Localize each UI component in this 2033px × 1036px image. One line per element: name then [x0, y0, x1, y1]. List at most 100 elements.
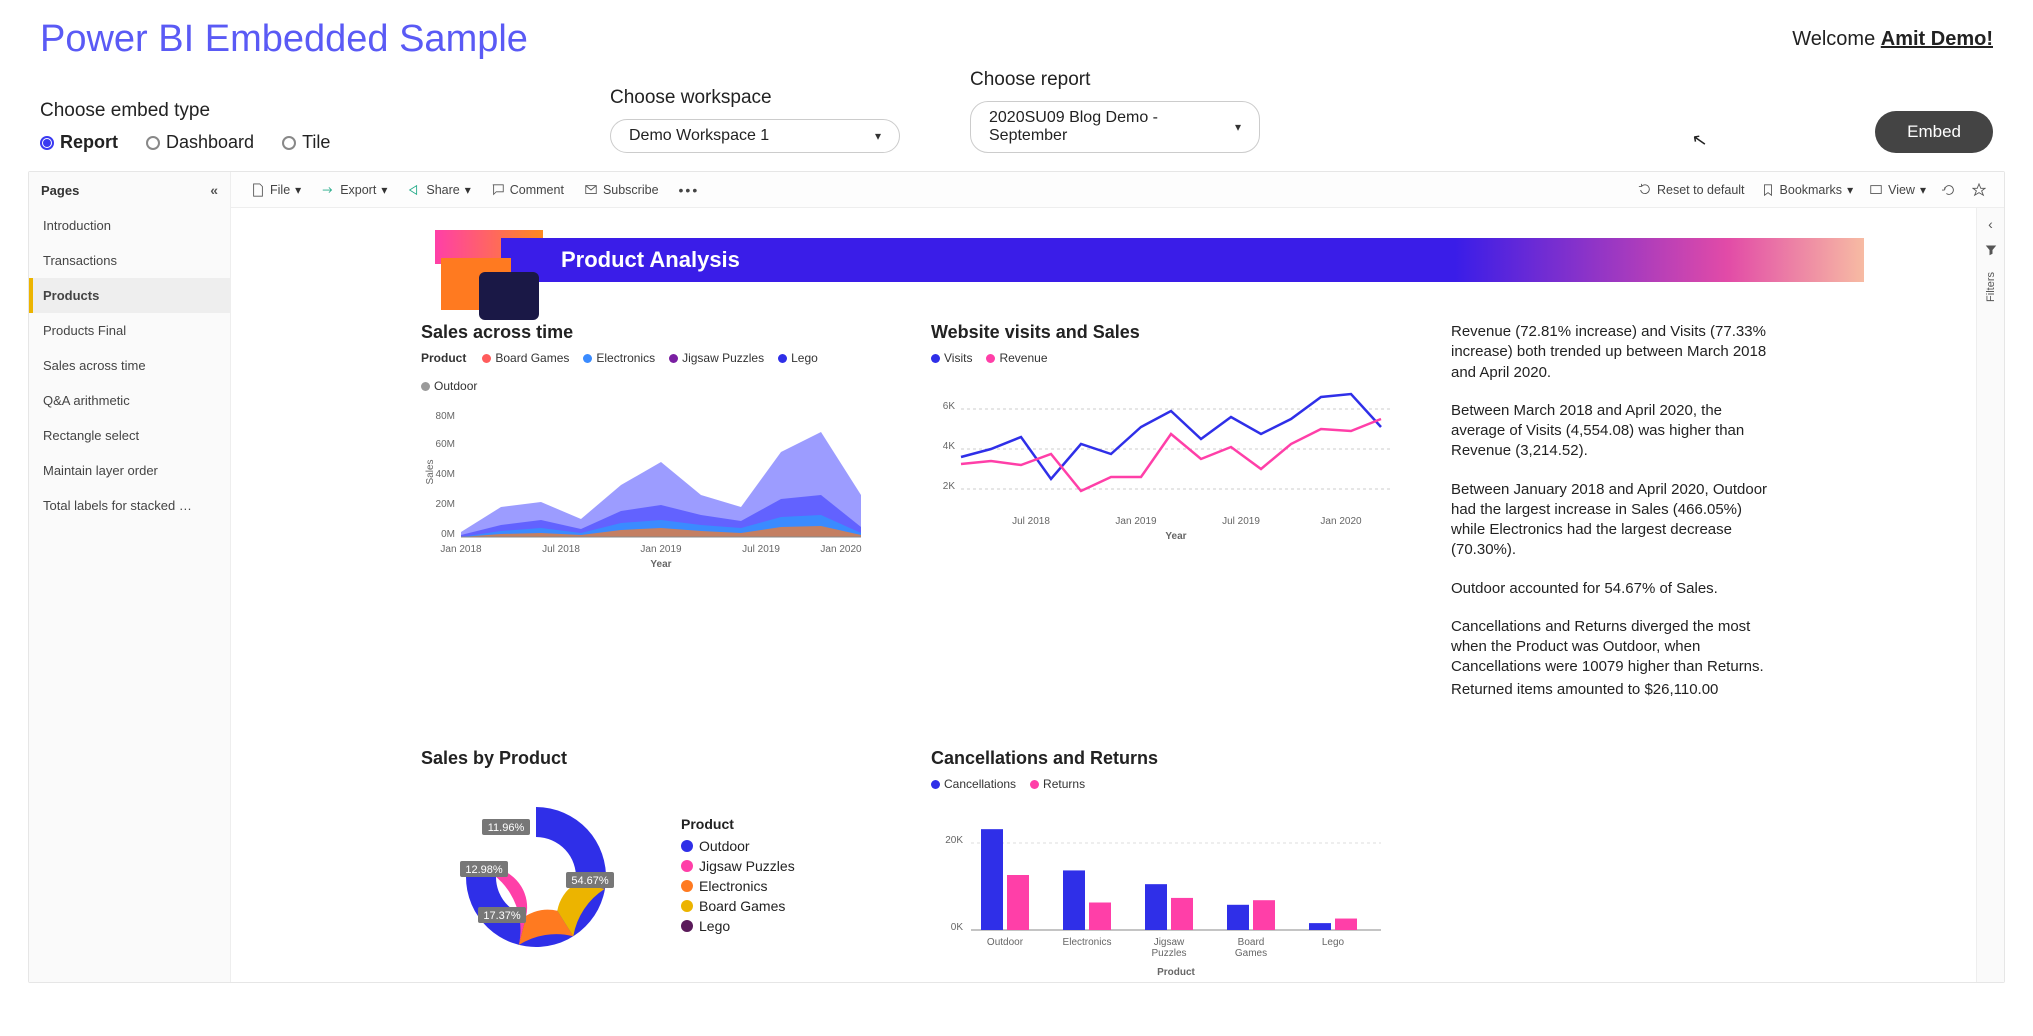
svg-text:2K: 2K: [943, 481, 956, 492]
chevron-down-icon: ▾: [875, 129, 881, 143]
toolbar-comment[interactable]: Comment: [481, 183, 574, 197]
toolbar-reset[interactable]: Reset to default: [1630, 183, 1753, 197]
comment-icon: [491, 183, 505, 197]
page-item-maintain-layer[interactable]: Maintain layer order: [29, 453, 230, 488]
visual-title: Website visits and Sales: [931, 322, 1401, 343]
file-icon: [251, 183, 265, 197]
svg-text:Jan 2019: Jan 2019: [1115, 516, 1157, 527]
page-item-products-final[interactable]: Products Final: [29, 313, 230, 348]
svg-text:Jul 2018: Jul 2018: [1012, 516, 1050, 527]
collapse-pane-icon[interactable]: «: [210, 182, 218, 198]
pages-header: Pages: [41, 183, 79, 198]
report-title-banner: Product Analysis: [421, 230, 1864, 300]
svg-text:60M: 60M: [436, 439, 455, 450]
bookmark-icon: [1761, 183, 1775, 197]
welcome-text: Welcome Amit Demo!: [1792, 28, 1993, 51]
donut-chart: 54.67% 17.37% 12.98% 11.96%: [421, 777, 651, 977]
page-item-total-labels[interactable]: Total labels for stacked …: [29, 488, 230, 523]
page-item-qna[interactable]: Q&A arithmetic: [29, 383, 230, 418]
svg-text:80M: 80M: [436, 411, 455, 422]
svg-text:4K: 4K: [943, 441, 956, 452]
radio-tile[interactable]: Tile: [282, 132, 330, 153]
visual-sales-by-product[interactable]: Sales by Product: [421, 748, 881, 982]
page-item-sales-across-time[interactable]: Sales across time: [29, 348, 230, 383]
visual-sales-across-time[interactable]: Sales across time Product Board Games El…: [421, 322, 881, 718]
visual-title: Cancellations and Returns: [931, 748, 1401, 769]
svg-text:Jan 2020: Jan 2020: [820, 544, 862, 555]
bar-chart: 0K 20K OutdoorElectronicsJigsawPuzzlesBo…: [931, 795, 1401, 982]
svg-text:Jan 2019: Jan 2019: [640, 544, 682, 555]
svg-text:54.67%: 54.67%: [571, 875, 609, 887]
app-title: Power BI Embedded Sample: [40, 18, 528, 61]
page-item-transactions[interactable]: Transactions: [29, 243, 230, 278]
donut-legend: Product Outdoor Jigsaw Puzzles Electroni…: [681, 816, 795, 938]
workspace-value: Demo Workspace 1: [629, 127, 769, 145]
mail-icon: [584, 183, 598, 197]
radio-report-label: Report: [60, 132, 118, 153]
svg-text:11.96%: 11.96%: [488, 822, 525, 834]
toolbar-more[interactable]: •••: [669, 182, 710, 198]
toolbar-bookmarks[interactable]: Bookmarks▾: [1753, 183, 1862, 197]
radio-dashboard-label: Dashboard: [166, 132, 254, 153]
svg-text:Year: Year: [1165, 531, 1186, 542]
report-toolbar: File▾ Export▾ Share▾ Comment Subscribe •…: [231, 172, 2004, 208]
radio-tile-label: Tile: [302, 132, 330, 153]
toolbar-export[interactable]: Export▾: [311, 183, 397, 197]
funnel-icon: [1985, 244, 1997, 256]
share-icon: [407, 183, 421, 197]
toolbar-refresh[interactable]: [1934, 183, 1964, 197]
visual-legend: Visits Revenue: [931, 351, 1401, 365]
report-value: 2020SU09 Blog Demo - September: [989, 109, 1235, 145]
embed-button[interactable]: Embed: [1875, 111, 1993, 153]
visual-legend: Cancellations Returns: [931, 777, 1401, 791]
insights-narrative: Revenue (72.81% increase) and Visits (77…: [1451, 322, 1771, 718]
toolbar-favorite[interactable]: [1964, 183, 1994, 197]
svg-text:20K: 20K: [945, 835, 963, 846]
report-title: Product Analysis: [561, 247, 740, 273]
reset-icon: [1638, 183, 1652, 197]
svg-text:Year: Year: [650, 559, 671, 570]
svg-text:Jul 2019: Jul 2019: [742, 544, 780, 555]
svg-text:0K: 0K: [951, 922, 964, 933]
svg-text:Jan 2018: Jan 2018: [440, 544, 482, 555]
welcome-user-link[interactable]: Amit Demo!: [1881, 28, 1993, 50]
visual-visits-sales[interactable]: Website visits and Sales Visits Revenue …: [931, 322, 1401, 718]
radio-dashboard[interactable]: Dashboard: [146, 132, 254, 153]
line-chart: 2K 4K 6K Jul 2018 Jan 2019 Jul 2019 Jan …: [931, 369, 1401, 549]
report-select[interactable]: 2020SU09 Blog Demo - September ▾: [970, 101, 1260, 153]
visual-cancel-returns[interactable]: Cancellations and Returns Cancellations …: [931, 748, 1401, 982]
svg-text:Jul 2019: Jul 2019: [1222, 516, 1260, 527]
visual-legend: Product Board Games Electronics Jigsaw P…: [421, 351, 881, 393]
filters-pane-collapsed[interactable]: ‹ Filters: [1976, 208, 2004, 982]
visual-title: Sales across time: [421, 322, 881, 343]
toolbar-subscribe[interactable]: Subscribe: [574, 183, 669, 197]
svg-text:Electronics: Electronics: [1063, 937, 1112, 948]
chevron-left-icon[interactable]: ‹: [1988, 216, 1993, 232]
page-item-introduction[interactable]: Introduction: [29, 208, 230, 243]
toolbar-file[interactable]: File▾: [241, 183, 311, 197]
export-icon: [321, 183, 335, 197]
filters-label: Filters: [1985, 272, 1997, 302]
refresh-icon: [1942, 183, 1956, 197]
page-item-rectangle-select[interactable]: Rectangle select: [29, 418, 230, 453]
workspace-select[interactable]: Demo Workspace 1 ▾: [610, 119, 900, 153]
toolbar-view[interactable]: View▾: [1861, 183, 1934, 197]
svg-text:6K: 6K: [943, 401, 956, 412]
svg-text:BoardGames: BoardGames: [1235, 937, 1267, 959]
area-chart: 0M 20M 40M 60M 80M Sales: [421, 397, 881, 577]
embed-type-label: Choose embed type: [40, 100, 610, 122]
svg-text:Sales: Sales: [425, 459, 436, 484]
page-item-products[interactable]: Products: [29, 278, 230, 313]
svg-text:JigsawPuzzles: JigsawPuzzles: [1151, 937, 1186, 959]
toolbar-share[interactable]: Share▾: [397, 183, 480, 197]
svg-text:17.37%: 17.37%: [483, 910, 521, 922]
svg-text:40M: 40M: [436, 469, 455, 480]
svg-text:Jul 2018: Jul 2018: [542, 544, 580, 555]
radio-icon: [282, 136, 296, 150]
svg-text:Product: Product: [1157, 967, 1195, 978]
report-label: Choose report: [970, 69, 1330, 91]
radio-report[interactable]: Report: [40, 132, 118, 153]
svg-text:Lego: Lego: [1322, 937, 1345, 948]
radio-icon: [146, 136, 160, 150]
chevron-down-icon: ▾: [1235, 120, 1241, 134]
